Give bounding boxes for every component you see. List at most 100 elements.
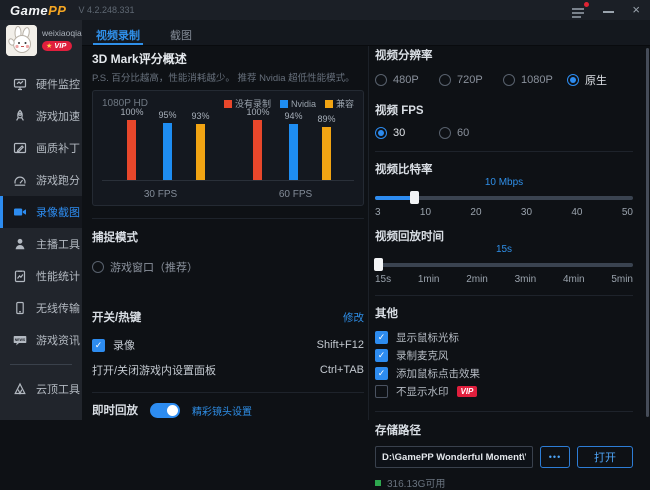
column-divider bbox=[368, 46, 369, 420]
radio-icon bbox=[503, 74, 515, 86]
highlight-settings-link[interactable]: 精彩镜头设置 bbox=[192, 403, 252, 418]
minimize-button[interactable] bbox=[603, 11, 614, 13]
storage-title: 存储路径 bbox=[375, 422, 633, 438]
category-label: 30 FPS bbox=[144, 189, 177, 200]
playback-slider[interactable] bbox=[375, 258, 633, 271]
modify-link[interactable]: 修改 bbox=[343, 310, 364, 325]
bitrate-slider-knob[interactable] bbox=[410, 191, 419, 204]
divider bbox=[92, 218, 364, 219]
stats-icon bbox=[13, 269, 27, 283]
tab-0[interactable]: 视频录制 bbox=[96, 20, 140, 45]
bitrate-scale: 31020304050 bbox=[375, 207, 633, 218]
fps-title: 视频 FPS bbox=[375, 102, 633, 118]
option-显示鼠标光标: ✓显示鼠标光标 bbox=[375, 329, 633, 346]
scale-tick-label: 3 bbox=[375, 207, 381, 218]
radio-game-window[interactable]: 游戏窗口（推荐） bbox=[92, 259, 364, 275]
scale-tick-label: 5min bbox=[611, 274, 633, 285]
option-录制麦克风: ✓录制麦克风 bbox=[375, 347, 633, 364]
bar: 95% bbox=[159, 110, 177, 180]
scale-tick-label: 40 bbox=[571, 207, 582, 218]
others-options: ✓显示鼠标光标✓录制麦克风✓添加鼠标点击效果✓不显示水印VIP bbox=[375, 329, 633, 400]
browse-button[interactable]: ••• bbox=[540, 446, 570, 468]
chart-category-labels: 30 FPS60 FPS bbox=[93, 189, 363, 200]
user-card[interactable]: weixiaoqia.. ★ VIP bbox=[0, 20, 82, 62]
sidebar-menu: 硬件监控游戏加速画质补丁游戏跑分录像截图主播工具性能统计无线传输NEWS游戏资讯… bbox=[0, 68, 82, 405]
sidebar-item-rocket[interactable]: 游戏加速 bbox=[0, 100, 82, 132]
record-checkbox[interactable]: ✓ bbox=[92, 339, 105, 352]
instant-replay-toggle[interactable] bbox=[150, 403, 180, 418]
fps-options: 3060 bbox=[375, 127, 633, 139]
radio-fps-60[interactable]: 60 bbox=[439, 127, 503, 139]
scrollbar[interactable] bbox=[646, 48, 649, 417]
star-icon: ★ bbox=[46, 43, 52, 50]
notification-dot bbox=[584, 2, 589, 7]
divider bbox=[375, 411, 633, 412]
content-area: 视频录制 截图 3D Mark评分概述 P.S. 百分比越高，性能消耗越少。 推荐… bbox=[82, 20, 650, 420]
playback-title: 视频回放时间 bbox=[375, 228, 633, 244]
sidebar-item-gauge[interactable]: 游戏跑分 bbox=[0, 164, 82, 196]
radio-resolution-原生[interactable]: 原生 bbox=[567, 72, 631, 88]
titlebar: GamePP V 4.2.248.331 × bbox=[0, 0, 650, 20]
playback-slider-knob[interactable] bbox=[374, 258, 383, 271]
user-name: weixiaoqia.. bbox=[42, 28, 78, 38]
bitrate-title: 视频比特率 bbox=[375, 161, 633, 177]
radio-resolution-720P[interactable]: 720P bbox=[439, 72, 503, 88]
hotkey-record-key: Shift+F12 bbox=[317, 339, 364, 351]
hotkey-panel-key: Ctrl+TAB bbox=[320, 364, 364, 376]
chart-title: 3D Mark评分概述 bbox=[92, 50, 364, 67]
app-logo: GamePP bbox=[10, 3, 66, 18]
sidebar-item-person[interactable]: 主播工具 bbox=[0, 228, 82, 260]
radio-resolution-480P[interactable]: 480P bbox=[375, 72, 439, 88]
checkbox[interactable]: ✓ bbox=[375, 349, 388, 362]
checkbox[interactable]: ✓ bbox=[375, 385, 388, 398]
checkbox[interactable]: ✓ bbox=[375, 367, 388, 380]
sidebar-item-cards[interactable]: 云顶工具 bbox=[0, 373, 82, 405]
sidebar-item-patch[interactable]: 画质补丁 bbox=[0, 132, 82, 164]
others-title: 其他 bbox=[375, 305, 633, 321]
sidebar-item-news[interactable]: NEWS游戏资讯 bbox=[0, 324, 82, 356]
tab-1[interactable]: 截图 bbox=[170, 20, 192, 45]
app-version: V 4.2.248.331 bbox=[78, 5, 134, 15]
scale-tick-label: 2min bbox=[466, 274, 488, 285]
menu-icon[interactable] bbox=[571, 5, 585, 15]
sidebar-item-stats[interactable]: 性能统计 bbox=[0, 260, 82, 292]
bar: 94% bbox=[285, 111, 303, 180]
divider bbox=[375, 295, 633, 296]
bar: 89% bbox=[318, 114, 336, 180]
person-icon bbox=[13, 237, 27, 251]
playback-scale: 15s1min2min3min4min5min bbox=[375, 274, 633, 285]
sidebar-item-camera[interactable]: 录像截图 bbox=[0, 196, 82, 228]
hotkey-title: 开关/热键 bbox=[92, 309, 141, 325]
scale-tick-label: 15s bbox=[375, 274, 391, 285]
radio-icon bbox=[439, 127, 451, 139]
bitrate-slider[interactable] bbox=[375, 191, 633, 204]
divider bbox=[375, 151, 633, 152]
divider bbox=[92, 392, 364, 393]
tab-bar: 视频录制 截图 bbox=[82, 20, 650, 46]
scale-tick-label: 4min bbox=[563, 274, 585, 285]
rocket-icon bbox=[13, 109, 27, 123]
radio-fps-30[interactable]: 30 bbox=[375, 127, 439, 139]
radio-icon bbox=[375, 74, 387, 86]
radio-icon bbox=[375, 127, 387, 139]
storage-path-input[interactable] bbox=[375, 446, 533, 468]
close-button[interactable]: × bbox=[632, 5, 640, 15]
option-不显示水印: ✓不显示水印VIP bbox=[375, 383, 633, 400]
bar: 93% bbox=[192, 111, 210, 180]
disk-free-text: 316.13G可用 bbox=[387, 475, 445, 490]
checkbox[interactable]: ✓ bbox=[375, 331, 388, 344]
sidebar-item-phone[interactable]: 无线传输 bbox=[0, 292, 82, 324]
gauge-icon bbox=[13, 173, 27, 187]
scale-tick-label: 3min bbox=[515, 274, 537, 285]
resolution-title: 视频分辨率 bbox=[375, 47, 633, 63]
patch-icon bbox=[13, 141, 27, 155]
hotkey-row-record: ✓ 录像 Shift+F12 bbox=[92, 337, 364, 353]
monitor-icon bbox=[13, 77, 27, 91]
radio-resolution-1080P[interactable]: 1080P bbox=[503, 72, 567, 88]
scale-tick-label: 30 bbox=[521, 207, 532, 218]
chart-note: P.S. 百分比越高，性能消耗越少。 推荐 Nvidia 超低性能模式。 bbox=[92, 70, 364, 84]
open-button[interactable]: 打开 bbox=[577, 446, 633, 468]
sidebar-item-monitor[interactable]: 硬件监控 bbox=[0, 68, 82, 100]
scale-tick-label: 50 bbox=[622, 207, 633, 218]
news-icon: NEWS bbox=[13, 333, 27, 347]
